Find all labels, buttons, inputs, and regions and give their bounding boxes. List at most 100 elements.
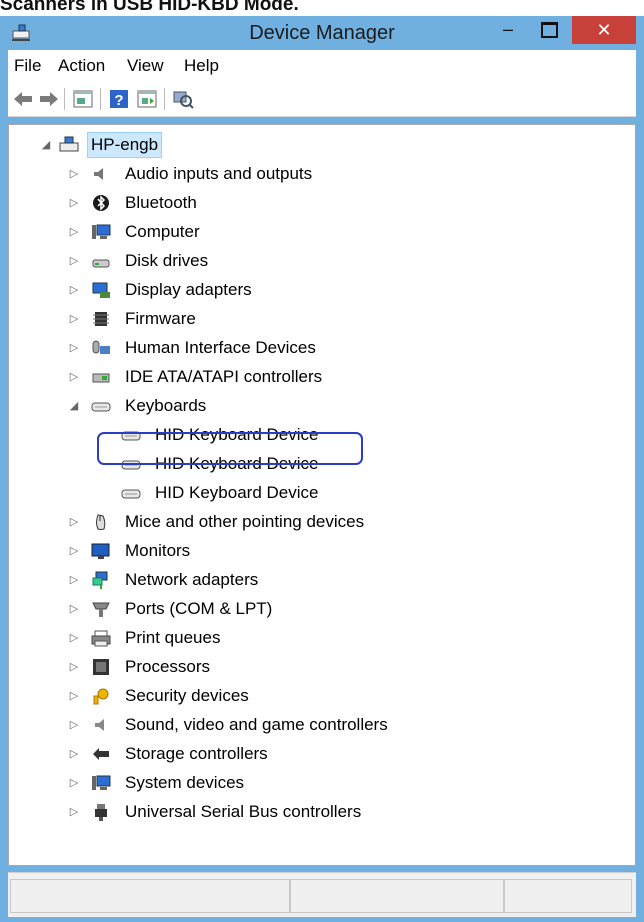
toolbar-separator <box>164 88 165 110</box>
status-panel <box>504 879 632 913</box>
tree-category-label: Storage controllers <box>125 744 268 763</box>
expand-arrow-icon[interactable]: ▷ <box>67 654 81 680</box>
help-icon[interactable]: ? <box>108 88 130 110</box>
expand-arrow-icon[interactable]: ▷ <box>67 538 81 564</box>
tree-category[interactable]: ▷ Display adapters <box>9 277 629 303</box>
tree-category[interactable]: ▷ Processors <box>9 654 629 680</box>
computer-root-icon <box>59 136 79 152</box>
tree-category[interactable]: ▷ Security devices <box>9 683 629 709</box>
display-adapter-icon <box>92 282 110 298</box>
tree-category[interactable]: ▷ Firmware <box>9 306 629 332</box>
tree-root-label[interactable]: HP-engb <box>87 132 163 158</box>
tree-device[interactable]: HID Keyboard Device <box>9 480 629 506</box>
menu-action[interactable]: Action <box>58 56 105 76</box>
expand-arrow-icon[interactable]: ▷ <box>67 625 81 651</box>
expand-arrow-icon[interactable]: ▷ <box>67 683 81 709</box>
maximize-icon <box>540 22 558 38</box>
tree-category-label: System devices <box>125 773 245 792</box>
tree-category-label: Ports (COM & LPT) <box>125 599 273 618</box>
maximize-button[interactable] <box>529 16 569 44</box>
expand-arrow-icon[interactable]: ▷ <box>67 364 81 390</box>
keyboard-icon <box>91 402 111 412</box>
device-manager-window: Device Manager – ✕ File Action View Help… <box>0 16 644 922</box>
expand-arrow-icon[interactable]: ▷ <box>67 596 81 622</box>
tree-category[interactable]: ▷ Bluetooth <box>9 190 629 216</box>
forward-icon[interactable] <box>38 88 60 110</box>
properties-icon[interactable] <box>72 88 94 110</box>
tree-root[interactable]: ◢ HP-engb <box>9 132 629 158</box>
tree-category[interactable]: ▷ System devices <box>9 770 629 796</box>
toolbar-separator <box>64 88 65 110</box>
tree-category-label: Network adapters <box>125 570 259 589</box>
annotation-highlight <box>97 432 363 465</box>
expand-arrow-icon[interactable]: ▷ <box>67 190 81 216</box>
expand-arrow-icon[interactable]: ▷ <box>67 335 81 361</box>
tree-category[interactable]: ▷ Disk drives <box>9 248 629 274</box>
network-adapter-icon <box>92 571 108 589</box>
tree-category[interactable]: ▷ Print queues <box>9 625 629 651</box>
minimize-button[interactable]: – <box>488 16 528 44</box>
scan-hardware-icon[interactable] <box>172 88 194 110</box>
collapse-arrow-icon[interactable]: ◢ <box>67 393 81 419</box>
mouse-icon <box>96 514 106 530</box>
tree-category[interactable]: ◢ Keyboards <box>9 393 629 419</box>
tree-category-label: Mice and other pointing devices <box>125 512 365 531</box>
close-button[interactable]: ✕ <box>572 16 636 44</box>
menu-file[interactable]: File <box>14 56 41 76</box>
tree-category-label: Monitors <box>125 541 191 560</box>
update-driver-icon[interactable] <box>136 88 158 110</box>
tree-category[interactable]: ▷ Sound, video and game controllers <box>9 712 629 738</box>
close-icon: ✕ <box>596 20 612 40</box>
back-icon[interactable] <box>12 88 34 110</box>
tree-category-label: IDE ATA/ATAPI controllers <box>125 367 323 386</box>
tree-device-label: HID Keyboard Device <box>155 483 319 502</box>
toolbar: ? <box>8 82 636 117</box>
tree-category-label: Display adapters <box>125 280 252 299</box>
expand-arrow-icon[interactable]: ▷ <box>67 509 81 535</box>
bluetooth-icon <box>93 195 109 211</box>
system-devices-icon <box>92 775 111 790</box>
tree-category[interactable]: ▷ Monitors <box>9 538 629 564</box>
tree-category[interactable]: ▷ Ports (COM & LPT) <box>9 596 629 622</box>
sound-controller-icon <box>95 719 104 731</box>
tree-category-label: Audio inputs and outputs <box>125 164 313 183</box>
expand-arrow-icon[interactable]: ▷ <box>67 741 81 767</box>
status-panel <box>290 879 504 913</box>
title-bar[interactable]: Device Manager – ✕ <box>0 16 644 50</box>
tree-category[interactable]: ▷ Storage controllers <box>9 741 629 767</box>
expand-arrow-icon[interactable]: ▷ <box>67 219 81 245</box>
expand-arrow-icon[interactable]: ▷ <box>67 799 81 825</box>
tree-category[interactable]: ▷ Network adapters <box>9 567 629 593</box>
firmware-icon <box>93 312 109 326</box>
tree-category[interactable]: ▷ Human Interface Devices <box>9 335 629 361</box>
menu-help[interactable]: Help <box>184 56 219 76</box>
tree-category[interactable]: ▷ Mice and other pointing devices <box>9 509 629 535</box>
usb-icon <box>95 804 107 821</box>
device-tree-pane[interactable]: ◢ HP-engb ▷ Audio inputs and outputs ▷ Blueto… <box>8 124 636 866</box>
tree-category-label: Disk drives <box>125 251 209 270</box>
expand-arrow-icon[interactable]: ▷ <box>67 248 81 274</box>
tree-category-label: Computer <box>125 222 200 241</box>
speaker-icon <box>94 168 103 180</box>
tree-category[interactable]: ▷ Audio inputs and outputs <box>9 161 629 187</box>
tree-category[interactable]: ▷ Universal Serial Bus controllers <box>9 799 629 825</box>
caption: Scanners in USB HID-KBD Mode. <box>0 0 299 15</box>
expand-arrow-icon[interactable]: ▷ <box>67 161 81 187</box>
tree-category-label: Print queues <box>125 628 221 647</box>
menu-view[interactable]: View <box>127 56 164 76</box>
tree-category[interactable]: ▷ IDE ATA/ATAPI controllers <box>9 364 629 390</box>
menu-bar: File Action View Help <box>8 50 636 82</box>
svg-text:?: ? <box>114 92 123 109</box>
keyboard-icon <box>121 489 141 499</box>
tree-category-label: Universal Serial Bus controllers <box>125 802 362 821</box>
expand-arrow-icon[interactable]: ▷ <box>67 567 81 593</box>
expand-arrow-icon[interactable]: ▷ <box>67 277 81 303</box>
expand-arrow-icon[interactable]: ▷ <box>67 712 81 738</box>
tree-category[interactable]: ▷ Computer <box>9 219 629 245</box>
expand-arrow-icon[interactable]: ▷ <box>67 770 81 796</box>
tree-category-label: Human Interface Devices <box>125 338 316 357</box>
expand-arrow-icon[interactable]: ◢ <box>39 132 53 158</box>
status-panel <box>10 879 290 913</box>
expand-arrow-icon[interactable]: ▷ <box>67 306 81 332</box>
toolbar-separator <box>100 88 101 110</box>
